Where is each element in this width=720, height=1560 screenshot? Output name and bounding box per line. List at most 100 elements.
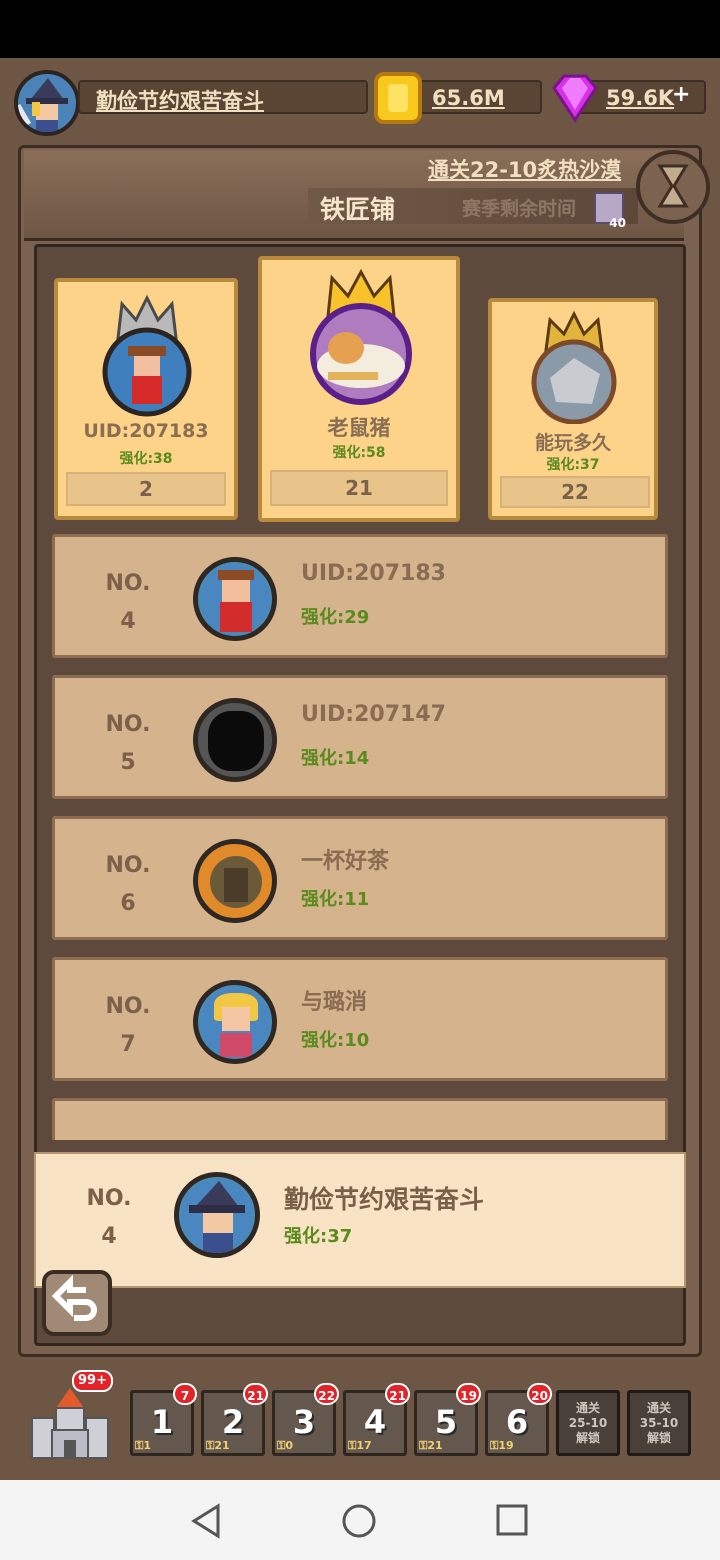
add-gems-button[interactable]: +: [672, 82, 690, 107]
podium-rank-3[interactable]: 能玩多久 强化:37 22: [488, 298, 658, 520]
row-avatar: [193, 839, 277, 923]
bronze-crown-avatar-icon: [531, 310, 617, 424]
locked-slot-2[interactable]: 通关 35-10 解锁: [627, 1390, 691, 1456]
rank-value: 7: [120, 1032, 136, 1057]
team-slot-1[interactable]: 1 7 ⚿1: [130, 1383, 197, 1456]
team-slot-5[interactable]: 5 19 ⚿21: [414, 1383, 481, 1456]
slot-count-value: 21: [214, 1439, 230, 1452]
notification-badge: 99+: [72, 1370, 113, 1392]
my-rank-bar: NO. 4 勤俭节约艰苦奋斗 强化:37: [34, 1152, 686, 1288]
slot-number: 4: [363, 1403, 387, 1441]
player-avatar[interactable]: [14, 70, 80, 136]
rank-number: NO. 6: [103, 847, 153, 923]
podium-score: 22: [500, 476, 650, 508]
ranking-row[interactable]: NO. 4 UID:207183 强化:29: [52, 534, 668, 658]
slot-badge: 21: [243, 1383, 268, 1405]
rank-no-label: NO.: [86, 1186, 132, 1211]
locked-slot-1[interactable]: 通关 25-10 解锁: [556, 1390, 620, 1456]
row-level: 强化:10: [301, 1030, 370, 1051]
stage-link[interactable]: 通关22-10炙热沙漠: [428, 154, 621, 184]
rank-number: NO. 5: [103, 706, 153, 782]
rank-no-label: NO.: [105, 994, 151, 1019]
row-level: 强化:29: [301, 607, 370, 628]
podium-rank-2[interactable]: UID:207183 强化:38 2: [54, 278, 238, 520]
slot-count: ⚿21: [419, 1439, 443, 1452]
my-avatar: [174, 1172, 260, 1258]
rank-number: NO. 4: [103, 565, 153, 641]
slot-count: ⚿21: [206, 1439, 230, 1452]
rank-value: 5: [120, 750, 136, 775]
slot-number: 5: [434, 1403, 458, 1441]
slot-number: 3: [292, 1403, 316, 1441]
lock-text: 解锁: [575, 1431, 600, 1445]
ranking-row[interactable]: NO. 7 与璐消 强化:10: [52, 957, 668, 1081]
slot-badge: 19: [456, 1383, 481, 1405]
team-slot-4[interactable]: 4 21 ⚿17: [343, 1383, 410, 1456]
rank-no-label: NO.: [105, 853, 151, 878]
ranking-row[interactable]: NO. 6 一杯好茶 强化:11: [52, 816, 668, 940]
player-name-bar[interactable]: 勤俭节约艰苦奋斗: [78, 80, 368, 114]
recents-square-icon[interactable]: [494, 1502, 530, 1538]
castle-button[interactable]: 99+: [28, 1370, 113, 1462]
row-avatar: [193, 557, 277, 641]
slot-badge: 22: [314, 1383, 339, 1405]
rank-no-label: NO.: [105, 712, 151, 737]
rank-value: 6: [120, 891, 136, 916]
slot-number: 1: [150, 1403, 174, 1441]
back-button[interactable]: [42, 1270, 112, 1336]
back-arrow-icon: [51, 1274, 97, 1321]
podium-score: 2: [66, 472, 226, 506]
team-slot-3[interactable]: 3 22 ⚿0: [272, 1383, 339, 1456]
slot-count-value: 1: [143, 1439, 152, 1452]
slot-count-value: 0: [285, 1439, 294, 1452]
gold-coin-icon: [374, 72, 422, 124]
ranking-row-partial[interactable]: [52, 1098, 668, 1142]
slot-count-value: 17: [356, 1439, 372, 1452]
podium-level: 强化:58: [332, 445, 386, 461]
rank-number: NO. 7: [103, 988, 153, 1064]
row-level: 强化:14: [301, 748, 370, 769]
list-clip-edge: [38, 1140, 682, 1152]
system-nav-bar: [0, 1480, 720, 1560]
slot-count: ⚿17: [348, 1439, 372, 1452]
slot-badge: 21: [385, 1383, 410, 1405]
slot-count-value: 21: [427, 1439, 443, 1452]
item-badge: 40: [609, 216, 626, 230]
rank-value: 4: [101, 1224, 117, 1249]
slot-count-value: 19: [498, 1439, 514, 1452]
my-name: 勤俭节约艰苦奋斗: [284, 1185, 485, 1214]
row-name: UID:207183: [301, 561, 446, 586]
page-title: 铁匠铺: [320, 195, 396, 224]
podium-name: UID:207183: [83, 420, 209, 442]
back-triangle-icon[interactable]: [188, 1502, 224, 1540]
slot-count: ⚿1: [135, 1439, 152, 1452]
my-rank-number: NO. 4: [74, 1180, 144, 1256]
podium-level: 强化:38: [119, 451, 173, 467]
rank-no-label: NO.: [105, 571, 151, 596]
ranking-row[interactable]: NO. 5 UID:207147 强化:14: [52, 675, 668, 799]
wizard-portrait-icon: [18, 78, 68, 132]
gem-icon: [552, 74, 598, 123]
row-name: 与璐消: [301, 990, 368, 1015]
player-name[interactable]: 勤俭节约艰苦奋斗: [96, 85, 264, 115]
team-slot-6[interactable]: 6 20 ⚿19: [485, 1383, 552, 1456]
podium-name: 老鼠猪: [327, 416, 391, 440]
season-time-label: 赛季剩余时间: [462, 198, 577, 220]
home-circle-icon[interactable]: [340, 1502, 378, 1540]
lock-text: 35-10: [639, 1416, 679, 1430]
podium-rank-1[interactable]: 老鼠猪 强化:58 21: [258, 256, 460, 522]
podium-score: 21: [270, 470, 448, 506]
lock-text: 通关: [646, 1401, 671, 1415]
lock-text: 通关: [575, 1401, 600, 1415]
lock-text: 解锁: [646, 1431, 671, 1445]
podium-name: 能玩多久: [534, 432, 611, 454]
wizard-portrait-icon: [189, 1181, 245, 1253]
castle-icon: [31, 1388, 109, 1459]
slot-badge: 20: [527, 1383, 552, 1405]
rank-value: 4: [120, 609, 136, 634]
hourglass-button[interactable]: [636, 150, 710, 224]
slot-count: ⚿19: [490, 1439, 514, 1452]
team-slot-2[interactable]: 2 21 ⚿21: [201, 1383, 268, 1456]
slot-number: 6: [505, 1403, 529, 1441]
row-avatar: [193, 980, 277, 1064]
